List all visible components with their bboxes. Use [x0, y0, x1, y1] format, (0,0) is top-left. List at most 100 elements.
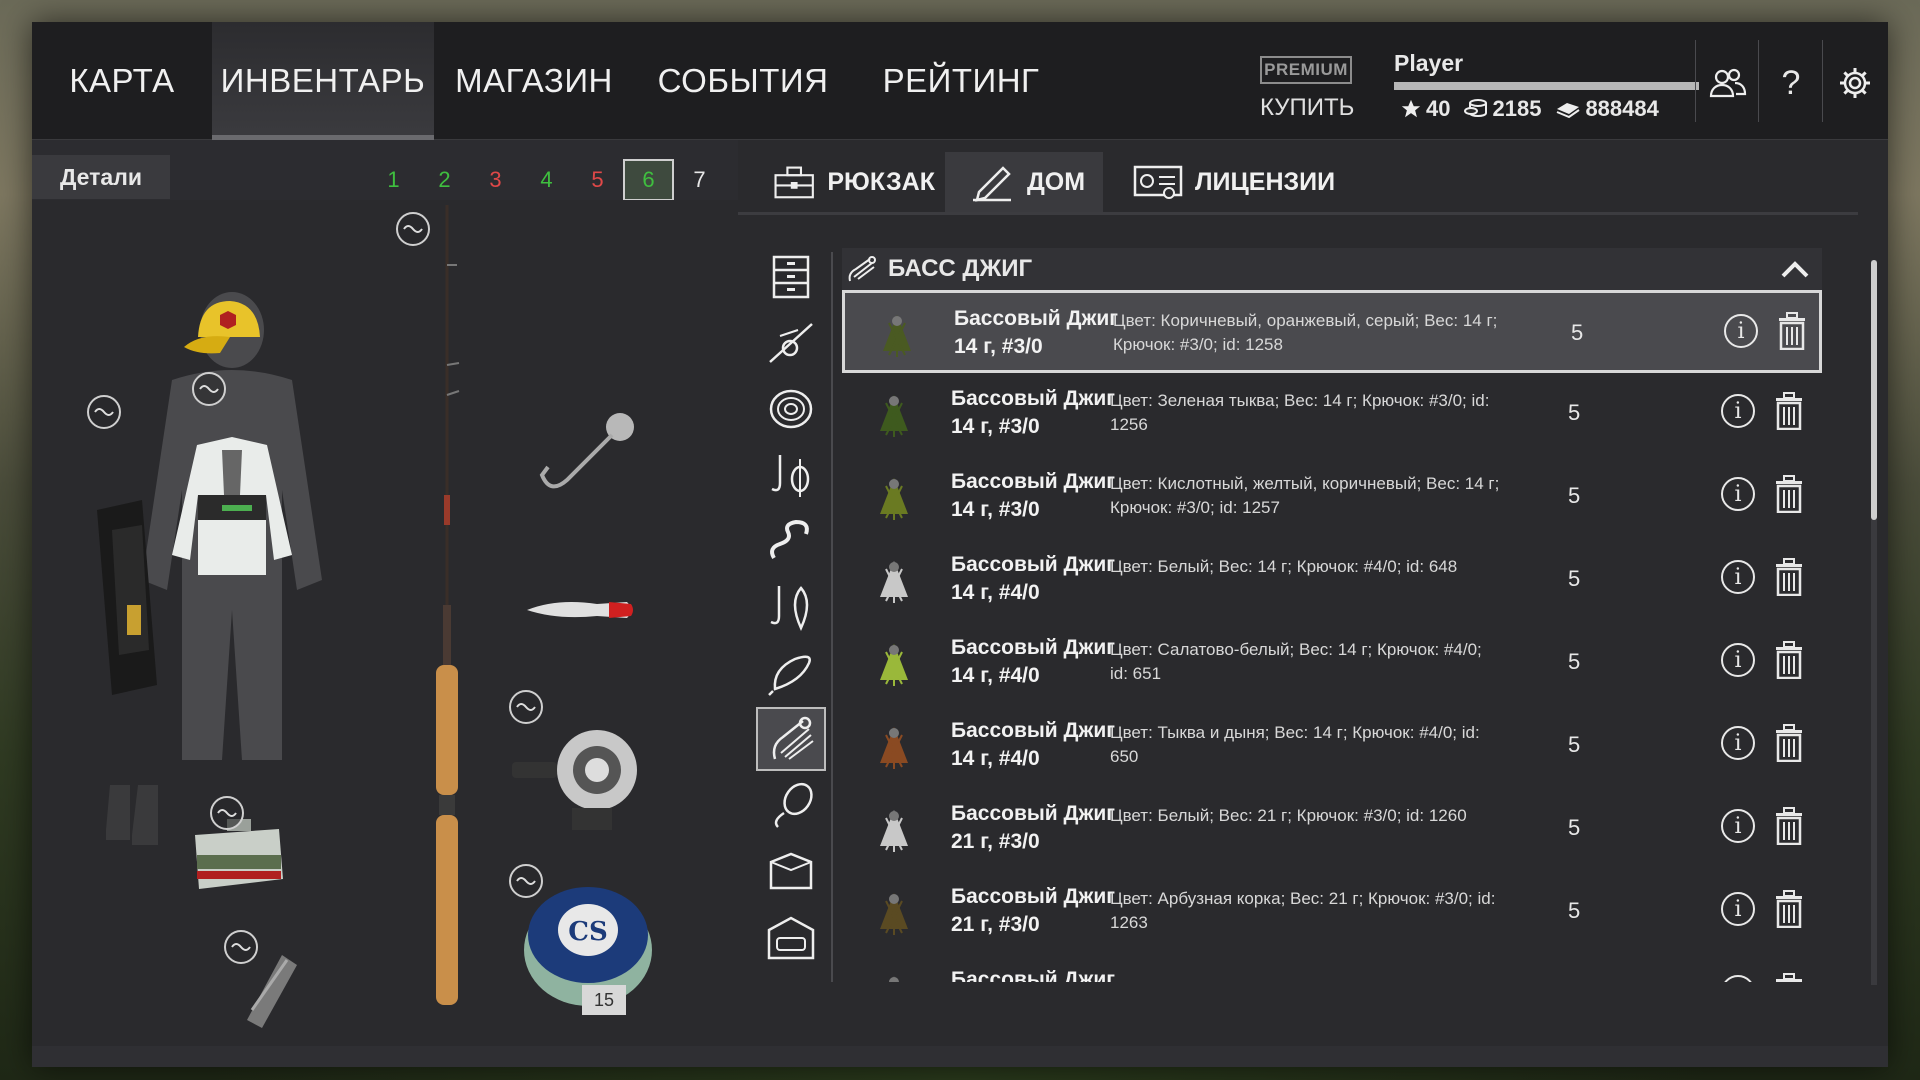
- rod-slot-6[interactable]: 6: [623, 159, 674, 201]
- category-lines[interactable]: [756, 377, 826, 441]
- car-icon: [767, 916, 815, 960]
- info-icon[interactable]: i: [1721, 726, 1755, 760]
- scrollbar-thumb[interactable]: [1871, 260, 1877, 520]
- nav-inventory[interactable]: ИНВЕНТАРЬ: [212, 22, 434, 140]
- rod-slot-2[interactable]: 2: [419, 159, 470, 201]
- nav-map[interactable]: КАРТА: [32, 22, 212, 140]
- item-row[interactable]: Бассовый Джиг i: [842, 954, 1822, 982]
- friends-icon[interactable]: [1707, 62, 1749, 104]
- jig-head-item[interactable]: [532, 405, 642, 505]
- item-row[interactable]: Бассовый Джиг 14 г, #4/0 Цвет: Салатово-б…: [842, 622, 1822, 705]
- category-column: [756, 245, 826, 971]
- rod-slot-4[interactable]: 4: [521, 159, 572, 201]
- info-icon[interactable]: i: [1721, 975, 1755, 982]
- jacket-item[interactable]: [162, 435, 302, 580]
- link-badge-jacket[interactable]: [192, 372, 226, 406]
- trash-icon[interactable]: [1774, 641, 1804, 679]
- link-badge-tackle-box[interactable]: [210, 796, 244, 830]
- item-name: Бассовый Джиг: [951, 968, 1116, 982]
- trash-icon[interactable]: [1774, 475, 1804, 513]
- category-boxes[interactable]: [756, 839, 826, 903]
- info-icon[interactable]: i: [1721, 809, 1755, 843]
- info-icon[interactable]: i: [1721, 560, 1755, 594]
- info-icon[interactable]: i: [1721, 477, 1755, 511]
- category-jigs[interactable]: [756, 707, 826, 771]
- item-row[interactable]: Бассовый Джиг 14 г, #4/0 Цвет: Тыква и ды…: [842, 705, 1822, 788]
- info-icon[interactable]: i: [1721, 643, 1755, 677]
- category-drawer[interactable]: [756, 245, 826, 309]
- link-badge-rod[interactable]: [396, 212, 430, 246]
- category-vehicles[interactable]: [756, 905, 826, 969]
- item-row[interactable]: Бассовый Джиг 14 г, #4/0 Цвет: Белый; Вес…: [842, 539, 1822, 622]
- rod-slot-5[interactable]: 5: [572, 159, 623, 201]
- gold-value: 888484: [1585, 96, 1659, 121]
- nav-shop[interactable]: МАГАЗИН: [434, 22, 634, 140]
- details-tab[interactable]: Детали: [32, 155, 170, 199]
- line-count-badge: 15: [582, 985, 626, 1015]
- link-icon: [403, 225, 423, 233]
- tackle-box-item[interactable]: [187, 815, 287, 895]
- trash-icon[interactable]: [1774, 724, 1804, 762]
- level-stat: 40: [1400, 96, 1450, 122]
- rod-slot-3[interactable]: 3: [470, 159, 521, 201]
- category-lures[interactable]: [756, 641, 826, 705]
- category-spoons[interactable]: [756, 773, 826, 837]
- item-row[interactable]: Бассовый Джиг 14 г, #3/0 Цвет: Коричневый…: [842, 290, 1822, 373]
- item-name: Бассовый Джиг 14 г, #3/0: [954, 307, 1119, 358]
- fishing-rod-item[interactable]: [427, 205, 467, 1005]
- category-worms[interactable]: [756, 509, 826, 573]
- info-icon[interactable]: i: [1724, 314, 1758, 348]
- tabs-underline: [738, 212, 1858, 215]
- item-row[interactable]: Бассовый Джиг 21 г, #3/0 Цвет: Арбузная к…: [842, 871, 1822, 954]
- tab-licenses[interactable]: ЛИЦЕНЗИИ: [1133, 152, 1353, 212]
- cap-item[interactable]: [180, 295, 270, 365]
- rod-slot-1[interactable]: 1: [368, 159, 419, 201]
- section-title: БАСС ДЖИГ: [888, 255, 1033, 282]
- link-badge-reel[interactable]: [509, 690, 543, 724]
- item-row[interactable]: Бассовый Джиг 21 г, #3/0 Цвет: Белый; Вес…: [842, 788, 1822, 871]
- player-stats: 40 2185 888484: [1400, 96, 1659, 122]
- jig-thumbnail: [880, 395, 908, 437]
- soft-bait-item[interactable]: [527, 590, 637, 630]
- xp-bar-fill: [1394, 82, 1699, 90]
- jig-icon: [772, 716, 814, 760]
- tab-backpack[interactable]: РЮКЗАК: [765, 152, 935, 212]
- trash-icon[interactable]: [1774, 973, 1804, 982]
- info-icon[interactable]: i: [1721, 394, 1755, 428]
- item-row[interactable]: Бассовый Джиг 14 г, #3/0 Цвет: Зеленая ты…: [842, 373, 1822, 456]
- premium-badge[interactable]: PREMIUM: [1260, 56, 1352, 84]
- chevron-up-icon[interactable]: [1780, 259, 1810, 279]
- category-hooks-floats[interactable]: [756, 443, 826, 507]
- item-row[interactable]: Бассовый Джиг 14 г, #3/0 Цвет: Кислотный,…: [842, 456, 1822, 539]
- category-hooks-fish[interactable]: [756, 575, 826, 639]
- rod-bag-item[interactable]: [87, 500, 162, 700]
- boots-item[interactable]: [102, 785, 172, 855]
- list-scrollbar[interactable]: [1871, 260, 1877, 985]
- tab-home[interactable]: ДОМ: [945, 152, 1103, 212]
- link-badge-feeder[interactable]: [224, 930, 258, 964]
- link-icon: [231, 943, 251, 951]
- info-icon[interactable]: i: [1721, 892, 1755, 926]
- reel-item[interactable]: [512, 710, 652, 840]
- star-icon: [1401, 99, 1421, 118]
- link-badge-line[interactable]: [509, 864, 543, 898]
- trash-icon[interactable]: [1777, 312, 1807, 350]
- nav-rating[interactable]: РЕЙТИНГ: [852, 22, 1070, 140]
- hook-fish-icon: [770, 586, 809, 631]
- settings-icon[interactable]: [1834, 62, 1876, 104]
- inventory-panel: РЮКЗАК ДОМ ЛИЦЕНЗИИ БАСС ДЖИГ Бассовый Д…: [738, 140, 1888, 1046]
- trash-icon[interactable]: [1774, 392, 1804, 430]
- trash-icon[interactable]: [1774, 890, 1804, 928]
- rod-slot-7[interactable]: 7: [674, 159, 725, 201]
- help-icon[interactable]: ?: [1770, 62, 1812, 104]
- trash-icon[interactable]: [1774, 558, 1804, 596]
- banknotes-icon: [1557, 103, 1581, 119]
- premium-buy-button[interactable]: КУПИТЬ: [1260, 94, 1354, 122]
- link-badge-bag[interactable]: [87, 395, 121, 429]
- trash-icon[interactable]: [1774, 807, 1804, 845]
- nav-events[interactable]: СОБЫТИЯ: [634, 22, 852, 140]
- toolbox-icon: [774, 166, 814, 199]
- category-rods[interactable]: [756, 311, 826, 375]
- line-spool-icon: [769, 389, 813, 429]
- section-header-bass-jig[interactable]: БАСС ДЖИГ: [842, 248, 1822, 290]
